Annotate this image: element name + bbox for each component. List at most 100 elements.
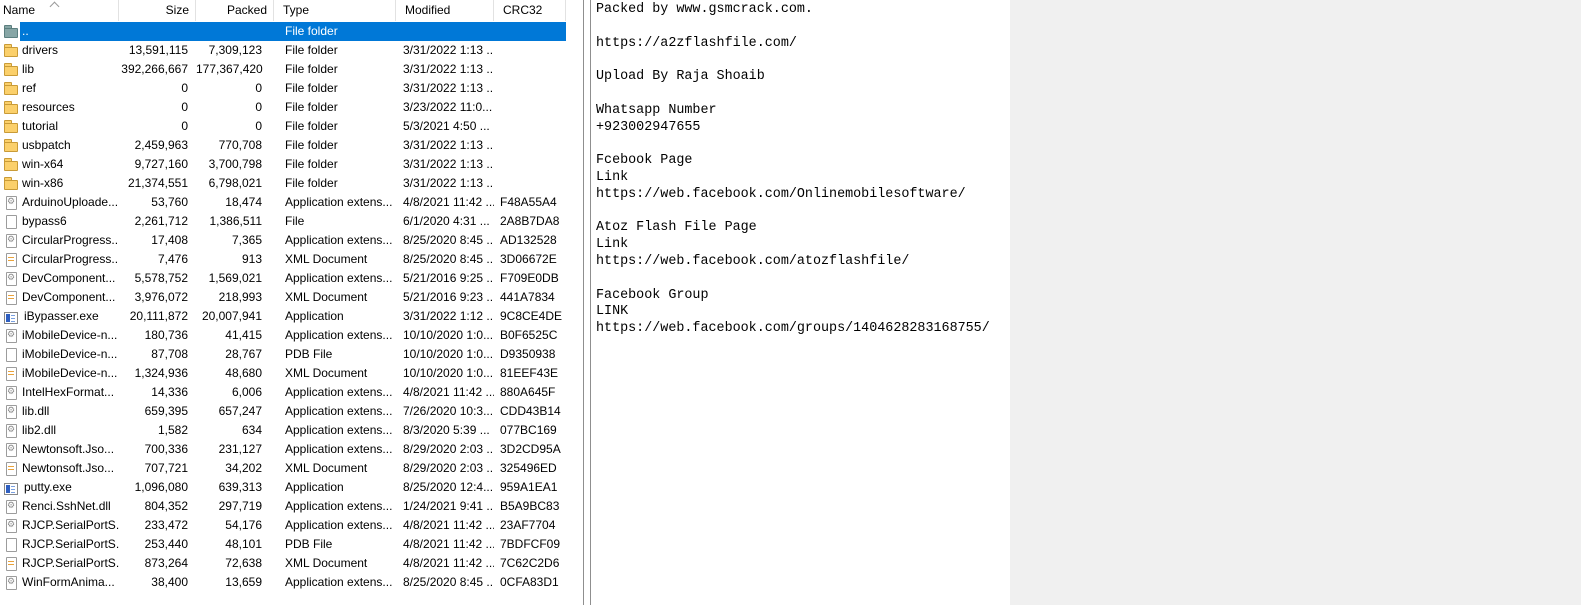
column-header-size[interactable]: Size	[119, 0, 196, 21]
panel-splitter[interactable]	[583, 0, 591, 605]
file-name: iMobileDevice-n...	[22, 345, 117, 364]
table-row[interactable]: Renci.SshNet.dll804,352297,719Applicatio…	[0, 497, 583, 516]
dll-icon	[4, 385, 18, 400]
table-row[interactable]: iMobileDevice-n...87,70828,767PDB File10…	[0, 345, 583, 364]
table-row[interactable]: iMobileDevice-n...1,324,93648,680XML Doc…	[0, 364, 583, 383]
file-name: tutorial	[22, 117, 58, 136]
cell-size: 233,472	[119, 516, 196, 535]
table-row[interactable]: DevComponent...3,976,072218,993XML Docum…	[0, 288, 583, 307]
table-row[interactable]: putty.exe1,096,080639,313Application8/25…	[0, 478, 583, 497]
cell-modified: 3/23/2022 11:0...	[396, 98, 494, 117]
cell-crc32	[494, 60, 566, 79]
cell-type: File folder	[274, 98, 396, 117]
table-row[interactable]: win-x8621,374,5516,798,021File folder3/3…	[0, 174, 583, 193]
table-row[interactable]: RJCP.SerialPortS...233,47254,176Applicat…	[0, 516, 583, 535]
table-row[interactable]: iBypasser.exe20,111,87220,007,941Applica…	[0, 307, 583, 326]
table-row[interactable]: IntelHexFormat...14,3366,006Application …	[0, 383, 583, 402]
archive-manager-window: NameSizePackedTypeModifiedCRC32 ..File f…	[0, 0, 1581, 605]
cell-name: IntelHexFormat...	[0, 383, 119, 402]
table-row[interactable]: ref00File folder3/31/2022 1:13 ...	[0, 79, 583, 98]
cell-name: iMobileDevice-n...	[0, 345, 119, 364]
table-row[interactable]: WinFormAnima...38,40013,659Application e…	[0, 573, 583, 592]
comment-panel: Packed by www.gsmcrack.com. https://a2zf…	[591, 0, 1010, 605]
table-row[interactable]: CircularProgress...17,4087,365Applicatio…	[0, 231, 583, 250]
cell-name: Newtonsoft.Jso...	[0, 459, 119, 478]
cell-packed: 231,127	[196, 440, 274, 459]
table-row[interactable]: ..File folder	[0, 22, 583, 41]
cell-packed: 1,569,021	[196, 269, 274, 288]
table-row[interactable]: CircularProgress...7,476913XML Document8…	[0, 250, 583, 269]
table-row[interactable]: Newtonsoft.Jso...700,336231,127Applicati…	[0, 440, 583, 459]
table-row[interactable]: DevComponent...5,578,7521,569,021Applica…	[0, 269, 583, 288]
column-header-type[interactable]: Type	[274, 0, 396, 21]
file-name: RJCP.SerialPortS...	[22, 516, 119, 535]
cell-packed: 6,006	[196, 383, 274, 402]
cell-packed: 41,415	[196, 326, 274, 345]
cell-modified: 3/31/2022 1:13 ...	[396, 155, 494, 174]
cell-size: 0	[119, 117, 196, 136]
table-row[interactable]: bypass62,261,7121,386,511File6/1/2020 4:…	[0, 212, 583, 231]
xml-icon	[4, 290, 18, 305]
column-header-crc32[interactable]: CRC32	[494, 0, 566, 21]
cell-size: 87,708	[119, 345, 196, 364]
cell-name: iMobileDevice-n...	[0, 364, 119, 383]
column-header-modified[interactable]: Modified	[396, 0, 494, 21]
cell-name: RJCP.SerialPortS...	[0, 535, 119, 554]
exe-icon	[4, 312, 18, 324]
table-row[interactable]: RJCP.SerialPortS...253,44048,101PDB File…	[0, 535, 583, 554]
cell-packed: 28,767	[196, 345, 274, 364]
cell-name: lib	[0, 60, 119, 79]
table-row[interactable]: usbpatch2,459,963770,708File folder3/31/…	[0, 136, 583, 155]
cell-size	[119, 22, 196, 41]
cell-type: XML Document	[274, 364, 396, 383]
cell-name: usbpatch	[0, 136, 119, 155]
table-row[interactable]: lib392,266,667177,367,420File folder3/31…	[0, 60, 583, 79]
cell-packed: 297,719	[196, 497, 274, 516]
cell-size: 53,760	[119, 193, 196, 212]
cell-size: 700,336	[119, 440, 196, 459]
cell-modified: 10/10/2020 1:0...	[396, 364, 494, 383]
cell-size: 5,578,752	[119, 269, 196, 288]
table-row[interactable]: resources00File folder3/23/2022 11:0...	[0, 98, 583, 117]
cell-crc32: 077BC169	[494, 421, 566, 440]
table-row[interactable]: RJCP.SerialPortS...873,26472,638XML Docu…	[0, 554, 583, 573]
cell-crc32: B5A9BC83	[494, 497, 566, 516]
cell-modified: 3/31/2022 1:12 ...	[396, 307, 494, 326]
cell-modified: 1/24/2021 9:41 ...	[396, 497, 494, 516]
cell-size: 14,336	[119, 383, 196, 402]
file-name: RJCP.SerialPortS...	[22, 554, 119, 573]
cell-name: ..	[0, 22, 119, 41]
cell-type: Application extens...	[274, 497, 396, 516]
cell-type: File folder	[274, 60, 396, 79]
up-folder-icon	[4, 24, 18, 39]
cell-packed: 72,638	[196, 554, 274, 573]
column-header-packed[interactable]: Packed	[196, 0, 274, 21]
cell-packed: 770,708	[196, 136, 274, 155]
folder-icon	[4, 119, 18, 134]
cell-modified: 3/31/2022 1:13 ...	[396, 79, 494, 98]
table-row[interactable]: tutorial00File folder5/3/2021 4:50 ...	[0, 117, 583, 136]
cell-type: File	[274, 212, 396, 231]
cell-crc32: 81EEF43E	[494, 364, 566, 383]
cell-type: Application extens...	[274, 231, 396, 250]
dll-icon	[4, 233, 18, 248]
table-row[interactable]: lib.dll659,395657,247Application extens.…	[0, 402, 583, 421]
file-list-body: ..File folderdrivers13,591,1157,309,123F…	[0, 22, 583, 592]
table-row[interactable]: Newtonsoft.Jso...707,72134,202XML Docume…	[0, 459, 583, 478]
cell-name: WinFormAnima...	[0, 573, 119, 592]
table-row[interactable]: iMobileDevice-n...180,73641,415Applicati…	[0, 326, 583, 345]
table-row[interactable]: win-x649,727,1603,700,798File folder3/31…	[0, 155, 583, 174]
cell-name: RJCP.SerialPortS...	[0, 554, 119, 573]
dll-icon	[4, 575, 18, 590]
file-name: iMobileDevice-n...	[22, 364, 117, 383]
file-name: usbpatch	[22, 136, 71, 155]
cell-crc32	[494, 79, 566, 98]
table-row[interactable]: drivers13,591,1157,309,123File folder3/3…	[0, 41, 583, 60]
cell-modified: 8/3/2020 5:39 ...	[396, 421, 494, 440]
cell-size: 659,395	[119, 402, 196, 421]
table-row[interactable]: lib2.dll1,582634Application extens...8/3…	[0, 421, 583, 440]
cell-packed: 657,247	[196, 402, 274, 421]
file-name: iMobileDevice-n...	[22, 326, 117, 345]
table-row[interactable]: ArduinoUploade...53,76018,474Application…	[0, 193, 583, 212]
column-header-name[interactable]: Name	[0, 0, 119, 21]
